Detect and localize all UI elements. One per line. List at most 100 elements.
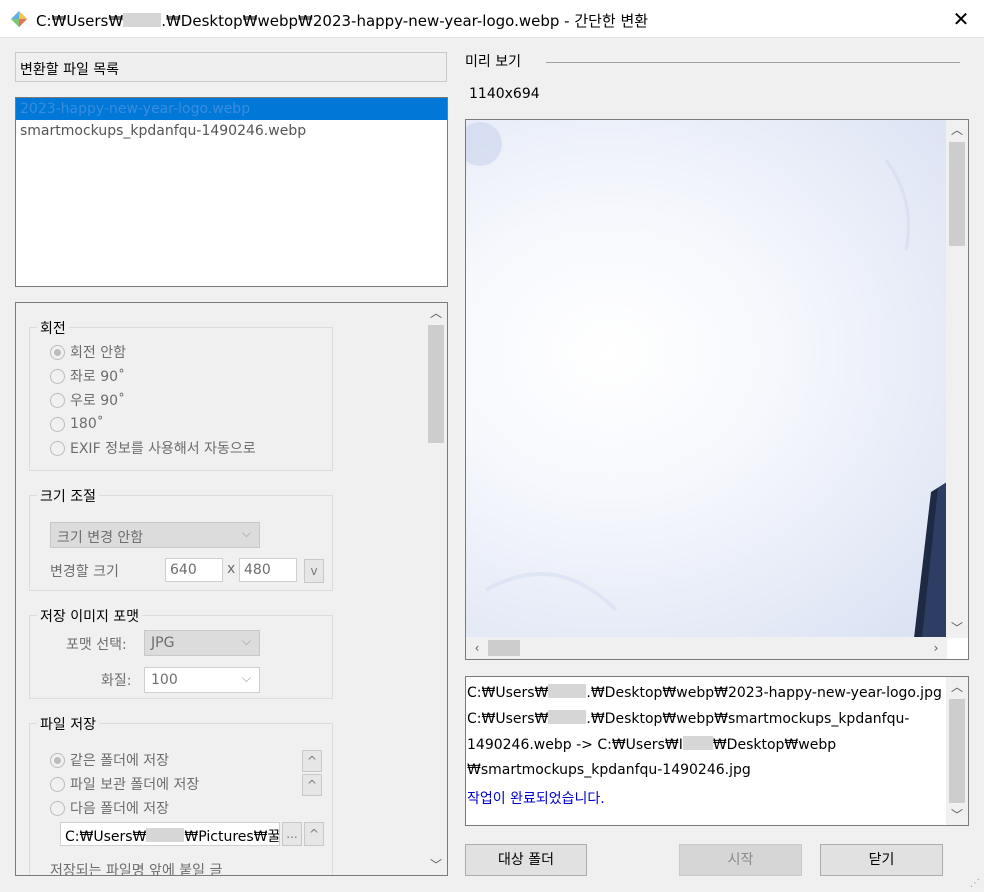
move-up-button[interactable]: ^: [302, 774, 322, 796]
radio-selected-icon: [50, 344, 65, 360]
app-icon: [11, 11, 27, 27]
preview-divider: [546, 62, 960, 63]
chevron-up-icon: ^: [306, 754, 318, 768]
title-path-suffix: .₩Desktop₩webp₩2023-happy-new-year-logo.…: [161, 12, 649, 30]
save-option-archive-folder[interactable]: 파일 보관 폴더에 저장: [50, 774, 199, 794]
resize-height-field[interactable]: 480: [239, 558, 297, 582]
rotation-group: 회전 회전 안함 좌로 90˚ 우로 90˚ 180˚ EXIF 정보를 사용해…: [29, 318, 333, 471]
chevron-up-icon: ^: [306, 778, 318, 792]
save-legend: 파일 저장: [37, 714, 99, 734]
scroll-up-icon[interactable]: ︿: [946, 677, 968, 697]
target-folder-button[interactable]: 대상 폴더: [465, 844, 587, 876]
quality-label: 화질:: [101, 673, 132, 689]
resize-group: 크기 조절 크기 변경 안함 ⌵ 변경할 크기 640 x 480 v: [29, 486, 333, 591]
format-group: 저장 이미지 포맷 포맷 선택: JPG ⌵ 화질: 100 ⌵: [29, 606, 333, 699]
scroll-down-icon[interactable]: ﹀: [946, 618, 968, 638]
radio-icon: [50, 368, 65, 384]
radio-label: 다음 폴더에 저장: [70, 801, 170, 817]
log-scrollbar[interactable]: ︿ ﹀: [946, 677, 968, 825]
filename-prefix-label: 저장되는 파일명 앞에 붙일 글: [50, 863, 223, 876]
start-button[interactable]: 시작: [679, 844, 802, 876]
scrollbar-thumb[interactable]: [949, 142, 965, 246]
preview-pane[interactable]: ︿ ﹀ ‹ ›: [465, 119, 969, 660]
scroll-up-icon[interactable]: ︿: [425, 303, 447, 323]
save-option-same-folder[interactable]: 같은 폴더에 저장: [50, 750, 169, 770]
log-text: C:₩Users₩: [467, 711, 549, 727]
chevron-up-icon: ^: [308, 827, 320, 841]
scroll-up-icon[interactable]: ︿: [946, 120, 968, 140]
options-panel: 회전 회전 안함 좌로 90˚ 우로 90˚ 180˚ EXIF 정보를 사용해…: [15, 302, 448, 876]
radio-label: 회전 안함: [70, 345, 126, 361]
browse-folder-button[interactable]: ...: [282, 822, 302, 846]
folder-path-prefix: C:₩Users₩: [65, 829, 147, 845]
redacted-username: [123, 13, 162, 27]
redacted-username: [548, 684, 587, 698]
scrollbar-thumb[interactable]: [949, 699, 965, 803]
scrollbar-thumb[interactable]: [428, 325, 444, 443]
log-text: .₩Desktop₩webp₩2023-happy-new-year-logo.…: [586, 685, 942, 701]
close-button[interactable]: 닫기: [820, 844, 943, 876]
conversion-log[interactable]: C:₩Users₩ .₩Desktop₩webp₩2023-happy-new-y…: [465, 676, 969, 826]
file-list-item[interactable]: smartmockups_kpdanfqu-1490246.webp: [16, 120, 447, 142]
file-list-item[interactable]: 2023-happy-new-year-logo.webp: [16, 98, 447, 120]
close-icon: ✕: [952, 7, 970, 31]
quality-value: 100: [151, 672, 178, 688]
preview-image: [466, 120, 947, 638]
move-up-button[interactable]: ^: [304, 822, 324, 846]
rotation-option-none[interactable]: 회전 안함: [50, 342, 126, 362]
rotation-option-180[interactable]: 180˚: [50, 414, 104, 434]
radio-selected-icon: [50, 752, 65, 768]
rotation-option-left[interactable]: 좌로 90˚: [50, 366, 125, 386]
scroll-right-icon[interactable]: ›: [925, 637, 947, 659]
preview-label: 미리 보기: [465, 54, 521, 70]
chevron-down-icon: ⌵: [241, 526, 251, 540]
title-path-prefix: C:₩Users₩: [36, 12, 124, 30]
close-window-button[interactable]: ✕: [938, 0, 984, 38]
rotation-option-exif[interactable]: EXIF 정보를 사용해서 자동으로: [50, 438, 256, 458]
radio-label: 좌로 90˚: [70, 369, 126, 385]
title-bar: C:₩Users₩ .₩Desktop₩webp₩2023-happy-new-y…: [0, 0, 984, 38]
resize-legend: 크기 조절: [37, 486, 99, 506]
move-up-button[interactable]: ^: [302, 750, 322, 772]
file-list[interactable]: 2023-happy-new-year-logo.webp smartmocku…: [15, 97, 448, 287]
log-line: ₩smartmockups_kpdanfqu-1490246.jpg: [467, 762, 751, 778]
quality-select[interactable]: 100 ⌵: [144, 667, 260, 693]
radio-label: 파일 보관 폴더에 저장: [70, 777, 200, 793]
resize-size-label: 변경할 크기: [50, 564, 119, 580]
save-option-custom-folder[interactable]: 다음 폴더에 저장: [50, 798, 169, 818]
resize-mode-select[interactable]: 크기 변경 안함 ⌵: [50, 522, 260, 548]
image-dimensions: 1140x694: [469, 86, 540, 102]
file-list-header: 변환할 파일 목록: [15, 52, 447, 82]
save-folder-field[interactable]: C:₩Users₩ ₩Pictures₩꿀뷰: [60, 822, 280, 846]
resize-preset-button[interactable]: v: [304, 559, 324, 583]
radio-icon: [50, 776, 65, 792]
redacted-username: [548, 710, 587, 724]
radio-label: EXIF 정보를 사용해서 자동으로: [70, 441, 256, 457]
log-done-message: 작업이 완료되었습니다.: [467, 791, 605, 807]
resize-width-field[interactable]: 640: [165, 558, 223, 582]
radio-label: 180˚: [70, 416, 104, 432]
format-select[interactable]: JPG ⌵: [144, 630, 260, 656]
options-scrollbar[interactable]: ︿ ﹀: [425, 303, 447, 875]
save-group: 파일 저장 같은 폴더에 저장 파일 보관 폴더에 저장 다음 폴더에 저장 ^…: [29, 714, 333, 876]
preview-horizontal-scrollbar[interactable]: ‹ ›: [466, 637, 947, 659]
preview-vertical-scrollbar[interactable]: ︿ ﹀: [946, 120, 968, 638]
scrollbar-thumb[interactable]: [488, 640, 520, 656]
scroll-down-icon[interactable]: ﹀: [946, 805, 968, 825]
radio-icon: [50, 416, 65, 432]
resize-grip-icon[interactable]: ⋰: [970, 878, 982, 890]
redacted-username: [146, 828, 185, 842]
chevron-down-icon: ⌵: [241, 671, 251, 685]
rotation-legend: 회전: [37, 318, 69, 338]
format-select-label: 포맷 선택:: [66, 637, 127, 653]
radio-label: 우로 90˚: [70, 393, 126, 409]
log-line: C:₩Users₩ .₩Desktop₩webp₩2023-happy-new-y…: [467, 684, 942, 701]
scroll-down-icon[interactable]: ﹀: [425, 855, 447, 875]
rotation-option-right[interactable]: 우로 90˚: [50, 390, 125, 410]
redacted-username: [682, 736, 713, 750]
log-line: 1490246.webp -> C:₩Users₩I ₩Desktop₩webp: [467, 736, 836, 753]
scroll-left-icon[interactable]: ‹: [466, 637, 488, 659]
resize-mode-value: 크기 변경 안함: [57, 530, 144, 546]
radio-label: 같은 폴더에 저장: [70, 753, 170, 769]
log-text: ₩Desktop₩webp: [712, 737, 837, 753]
